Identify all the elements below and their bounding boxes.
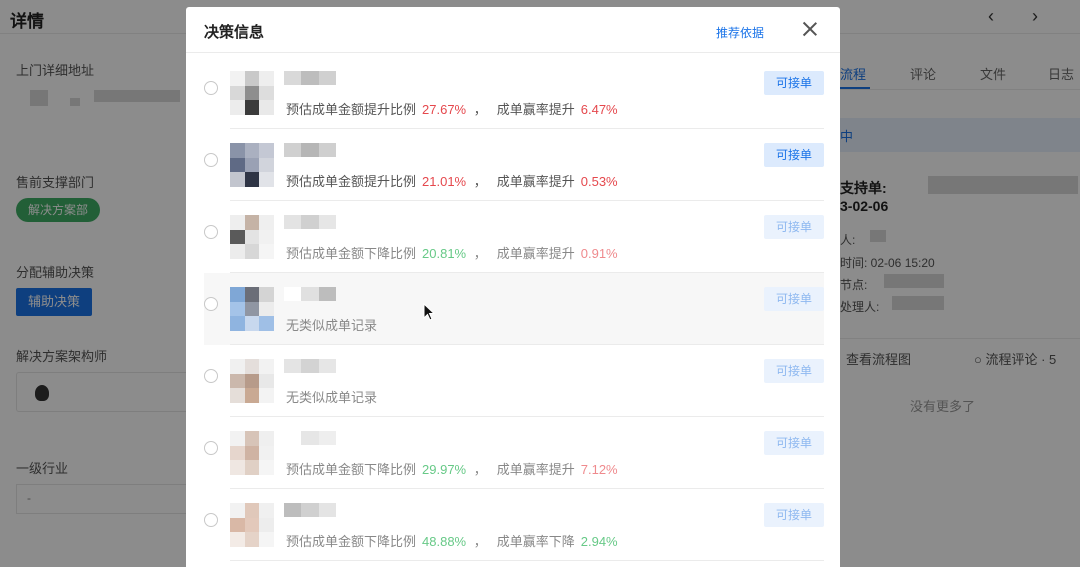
amount-change-label: 预估成单金额提升比例: [286, 102, 417, 117]
win-rate-label: 成单赢率提升: [496, 246, 575, 261]
amount-change-value: 48.88%: [422, 534, 467, 549]
list-item[interactable]: 预估成单金额提升比例 21.01% ， 成单赢率提升 0.53% 可接单: [204, 129, 824, 201]
amount-change-label: 预估成单金额下降比例: [286, 246, 417, 261]
select-radio[interactable]: [204, 225, 218, 239]
avatar: [230, 431, 274, 475]
win-rate-value: 0.91%: [580, 246, 618, 261]
decision-info-modal: 决策信息 推荐依据 预估成单金额提升比例 27.67% ， 成单赢率提升 6.47% 可…: [186, 7, 840, 567]
select-radio[interactable]: [204, 153, 218, 167]
separator: ，: [470, 246, 487, 261]
separator: ，: [470, 174, 487, 189]
win-rate-label: 成单赢率提升: [496, 462, 575, 477]
win-rate-label: 成单赢率提升: [496, 102, 575, 117]
separator: ，: [470, 534, 487, 549]
select-radio[interactable]: [204, 81, 218, 95]
avatar: [230, 287, 274, 331]
mouse-cursor-icon: [423, 303, 435, 321]
redacted-name: [284, 215, 336, 229]
separator: ，: [470, 102, 487, 117]
avatar: [230, 143, 274, 187]
avatar: [230, 215, 274, 259]
decision-metrics: 预估成单金额下降比例 29.97% ， 成单赢率提升 7.12%: [286, 459, 618, 478]
accept-order-button[interactable]: 可接单: [764, 287, 824, 311]
amount-change-value: 27.67%: [422, 102, 467, 117]
select-radio[interactable]: [204, 441, 218, 455]
win-rate-value: 2.94%: [580, 534, 618, 549]
list-item[interactable]: 无类似成单记录 可接单: [204, 345, 824, 417]
redacted-name: [284, 287, 336, 301]
accept-order-button[interactable]: 可接单: [764, 215, 824, 239]
no-record-text: 无类似成单记录: [286, 318, 378, 333]
modal-header: 决策信息 推荐依据: [186, 7, 840, 53]
decision-metrics: 预估成单金额下降比例 20.81% ， 成单赢率提升 0.91%: [286, 243, 618, 262]
recommend-basis-link[interactable]: 推荐依据: [716, 24, 764, 41]
decision-metrics: 预估成单金额下降比例 48.88% ， 成单赢率下降 2.94%: [286, 531, 618, 550]
win-rate-label: 成单赢率下降: [496, 534, 575, 549]
list-item[interactable]: 预估成单金额下降比例 29.97% ， 成单赢率提升 7.12% 可接单: [204, 417, 824, 489]
list-item[interactable]: 预估成单金额提升比例 27.67% ， 成单赢率提升 6.47% 可接单: [204, 57, 824, 129]
avatar: [230, 503, 274, 547]
redacted-name: [284, 431, 336, 445]
avatar: [230, 71, 274, 115]
list-item[interactable]: 无类似成单记录 可接单: [204, 273, 824, 345]
select-radio[interactable]: [204, 513, 218, 527]
win-rate-label: 成单赢率提升: [496, 174, 575, 189]
amount-change-value: 20.81%: [422, 246, 467, 261]
no-record-text: 无类似成单记录: [286, 390, 378, 405]
amount-change-label: 预估成单金额下降比例: [286, 534, 417, 549]
accept-order-button[interactable]: 可接单: [764, 359, 824, 383]
amount-change-label: 预估成单金额提升比例: [286, 174, 417, 189]
accept-order-button[interactable]: 可接单: [764, 71, 824, 95]
select-radio[interactable]: [204, 369, 218, 383]
divider: [230, 560, 824, 561]
redacted-name: [284, 503, 336, 517]
decision-metrics: 预估成单金额提升比例 21.01% ， 成单赢率提升 0.53%: [286, 171, 618, 190]
candidate-list: 预估成单金额提升比例 27.67% ，成单赢率提升 6.47% 可接单 预估成单金额提升…: [204, 57, 824, 561]
win-rate-value: 6.47%: [580, 102, 618, 117]
list-item[interactable]: 预估成单金额下降比例 48.88% ， 成单赢率下降 2.94% 可接单: [204, 489, 824, 561]
amount-change-label: 预估成单金额下降比例: [286, 462, 417, 477]
amount-change-value: 29.97%: [422, 462, 467, 477]
win-rate-value: 7.12%: [580, 462, 618, 477]
modal-title: 决策信息: [204, 24, 265, 41]
separator: ，: [470, 462, 487, 477]
close-icon[interactable]: [800, 19, 820, 39]
accept-order-button[interactable]: 可接单: [764, 503, 824, 527]
select-radio[interactable]: [204, 297, 218, 311]
accept-order-button[interactable]: 可接单: [764, 143, 824, 167]
amount-change-value: 21.01%: [422, 174, 467, 189]
redacted-name: [284, 71, 336, 85]
accept-order-button[interactable]: 可接单: [764, 431, 824, 455]
redacted-name: [284, 143, 336, 157]
list-item[interactable]: 预估成单金额下降比例 20.81% ， 成单赢率提升 0.91% 可接单: [204, 201, 824, 273]
decision-metrics: 预估成单金额提升比例 27.67% ， 成单赢率提升 6.47%: [286, 99, 618, 118]
avatar: [230, 359, 274, 403]
redacted-name: [284, 359, 336, 373]
win-rate-value: 0.53%: [580, 174, 618, 189]
